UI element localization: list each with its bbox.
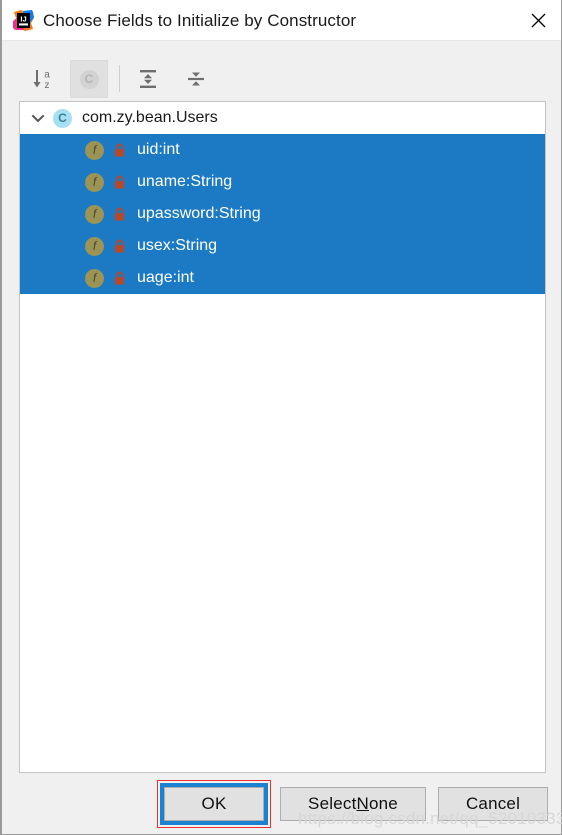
toolbar: a z C [19, 58, 539, 100]
sort-alphabetically-button[interactable]: a z [25, 60, 63, 98]
class-circle-icon: C [79, 69, 99, 89]
lock-icon [113, 239, 126, 254]
field-label: uage:int [137, 269, 194, 286]
dialog-window: IJ Choose Fields to Initialize by Constr… [0, 0, 562, 835]
class-icon: C [53, 108, 72, 128]
show-class-button[interactable]: C [70, 60, 108, 98]
title-bar: IJ Choose Fields to Initialize by Constr… [2, 0, 561, 41]
field-list-panel[interactable]: C com.zy.bean.Users f uid:int f uname:St [19, 101, 546, 773]
svg-text:z: z [45, 80, 50, 91]
button-bar: OK Select None Cancel [2, 780, 562, 828]
field-icon: f [85, 172, 104, 192]
chevron-down-icon[interactable] [27, 107, 49, 129]
field-label: usex:String [137, 237, 218, 254]
expand-all-button[interactable] [129, 60, 167, 98]
field-icon: f [85, 236, 104, 256]
field-icon: f [85, 204, 104, 224]
field-label: upassword:String [137, 205, 261, 222]
intellij-idea-logo-icon: IJ [12, 9, 35, 32]
lock-icon [113, 143, 126, 158]
tree-row-field[interactable]: f uage:int [20, 262, 545, 294]
select-none-label-prefix: Select [308, 794, 357, 813]
select-none-label-suffix: one [368, 794, 398, 813]
close-button[interactable] [516, 0, 560, 40]
dialog-title: Choose Fields to Initialize by Construct… [43, 11, 357, 30]
ok-button[interactable]: OK [164, 787, 264, 821]
class-node-label: com.zy.bean.Users [82, 109, 218, 126]
select-none-button[interactable]: Select None [280, 787, 426, 821]
lock-icon [113, 175, 126, 190]
tree-row-class[interactable]: C com.zy.bean.Users [20, 102, 545, 134]
close-icon [531, 13, 545, 27]
toolbar-separator [119, 65, 120, 92]
field-icon: f [85, 268, 104, 288]
field-label: uid:int [137, 141, 180, 158]
tree-row-field[interactable]: f usex:String [20, 230, 545, 262]
lock-icon [113, 271, 126, 286]
svg-text:IJ: IJ [20, 14, 26, 23]
tree-row-field[interactable]: f uid:int [20, 134, 545, 166]
lock-icon [113, 207, 126, 222]
tree-row-field[interactable]: f upassword:String [20, 198, 545, 230]
collapse-all-button[interactable] [177, 60, 215, 98]
sort-alphabetically-icon: a z [33, 70, 50, 91]
collapse-all-icon [188, 72, 204, 86]
field-icon: f [85, 140, 104, 160]
expand-all-icon [140, 70, 156, 88]
cancel-button[interactable]: Cancel [438, 787, 548, 821]
select-none-label-mnemonic: N [356, 794, 369, 813]
field-label: uname:String [137, 173, 233, 190]
tree-row-field[interactable]: f uname:String [20, 166, 545, 198]
svg-text:a: a [44, 70, 50, 81]
